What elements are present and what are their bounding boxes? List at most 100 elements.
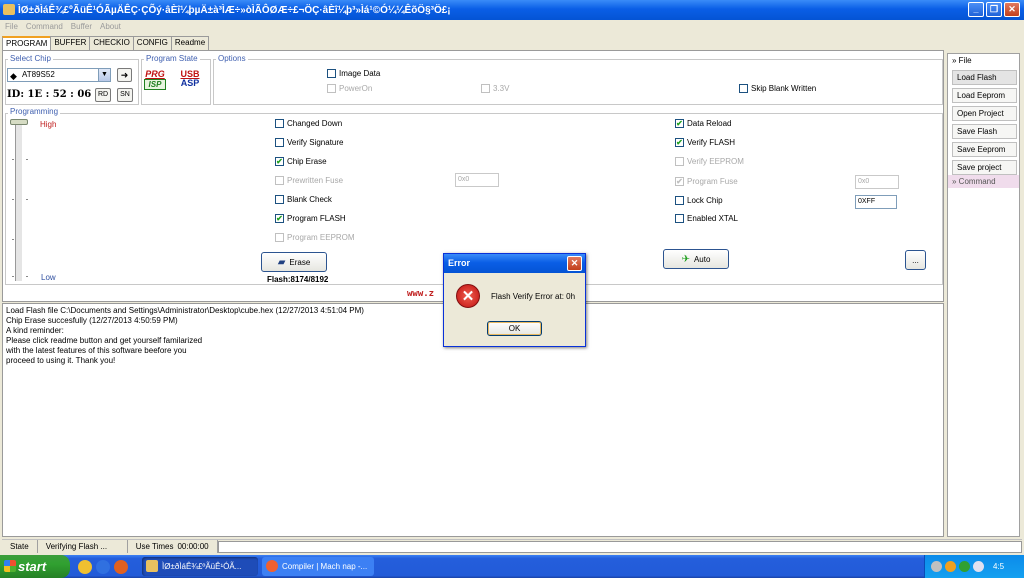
task-compiler[interactable]: Compiler | Mach nap -...	[262, 557, 374, 576]
speed-slider[interactable]	[10, 119, 28, 281]
option-checkbox[interactable]: ✔ Program Fuse	[675, 177, 738, 186]
erase-button[interactable]: ▰ Erase	[261, 252, 327, 272]
chip-id-value: 1E : 52 : 06	[27, 89, 92, 100]
save-project-button[interactable]: Save project	[952, 160, 1017, 175]
option-checkbox[interactable]: Lock Chip	[675, 196, 723, 205]
windows-logo-icon	[4, 560, 16, 572]
ie-icon[interactable]	[96, 559, 110, 574]
start-button[interactable]: start	[0, 555, 70, 578]
slider-tick	[12, 199, 14, 200]
tray-icon[interactable]	[959, 561, 970, 572]
checkbox-box	[275, 138, 284, 147]
option-checkbox[interactable]: ✔ Verify FLASH	[675, 138, 735, 147]
option-checkbox[interactable]: Program EEPROM	[275, 233, 355, 242]
sn-button[interactable]: SN	[117, 88, 133, 102]
app-icon	[3, 4, 15, 15]
lock-chip-field[interactable]: 0XFF	[855, 195, 897, 209]
options-label: Options	[216, 54, 248, 63]
close-window-button[interactable]: ✕	[1004, 2, 1020, 17]
option-label: Blank Check	[287, 195, 332, 204]
save-flash-button[interactable]: Save Flash	[952, 124, 1017, 139]
checkmark-icon: ✔	[275, 157, 284, 166]
chip-select[interactable]: ◆ AT89S52 ▼	[7, 68, 111, 82]
option-checkbox[interactable]: ✔ Chip Erase	[275, 157, 327, 166]
option-checkbox[interactable]: Changed Down	[275, 119, 342, 128]
poweron-checkbox[interactable]: PowerOn	[327, 84, 372, 93]
checkbox-box	[327, 69, 336, 78]
slider-tick	[26, 159, 28, 160]
program-fuse-field[interactable]: 0x0	[855, 175, 899, 189]
sidebar-command-header[interactable]: » Command	[948, 175, 1019, 188]
error-message: Flash Verify Error at: 0h	[491, 292, 576, 301]
load-eeprom-button[interactable]: Load Eeprom	[952, 88, 1017, 103]
more-label: ...	[912, 255, 919, 265]
speed-high-label: High	[40, 120, 57, 129]
option-checkbox[interactable]: Blank Check	[275, 195, 332, 204]
menu-buffer[interactable]: Buffer	[71, 20, 92, 33]
start-label: start	[18, 559, 47, 574]
menu-command[interactable]: Command	[26, 20, 63, 33]
slider-thumb[interactable]	[10, 119, 28, 125]
tray-icon[interactable]	[945, 561, 956, 572]
prg-text: PRG	[145, 69, 165, 79]
option-checkbox[interactable]: Verify EEPROM	[675, 157, 744, 166]
save-eeprom-button[interactable]: Save Eeprom	[952, 142, 1017, 157]
task-compiler-label: Compiler | Mach nap -...	[282, 562, 368, 571]
option-checkbox[interactable]: ✔ Program FLASH	[275, 214, 346, 223]
eraser-icon: ▰	[277, 256, 286, 268]
open-project-button[interactable]: Open Project	[952, 106, 1017, 121]
tray-icon[interactable]	[973, 561, 984, 572]
tab-program[interactable]: PROGRAM	[2, 36, 52, 50]
chip-id: ID: 1E : 52 : 06	[7, 89, 91, 100]
tab-config[interactable]: CONFIG	[132, 36, 172, 50]
system-tray: 4:5	[924, 555, 1024, 578]
option-checkbox[interactable]: Prewritten Fuse	[275, 176, 343, 185]
usb-asp-logo: USB ASP	[178, 70, 202, 88]
skip-blank-checkbox[interactable]: Skip Blank Written	[739, 84, 816, 93]
chevron-down-icon[interactable]: ▼	[98, 69, 110, 81]
option-checkbox[interactable]: ✔ Data Reload	[675, 119, 731, 128]
option-checkbox[interactable]: Enabled XTAL	[675, 214, 738, 223]
window-titlebar[interactable]: ÌØ±ðÌáÊ¾£ºÃüÊ¹ÓÃµÄÊÇ·ÇÕý·âÈî¼þµÄ±à³ÌÆ÷»ò…	[0, 0, 1024, 20]
minimize-button[interactable]: _	[968, 2, 984, 17]
slider-tick	[12, 239, 14, 240]
option-label: Program Fuse	[687, 177, 738, 186]
rd-button[interactable]: RD	[95, 88, 111, 102]
checkbox-box	[275, 176, 284, 185]
poweron-label: PowerOn	[339, 84, 373, 93]
erase-label: Erase	[289, 257, 311, 267]
ok-button[interactable]: OK	[487, 321, 542, 336]
restore-button[interactable]: ❐	[986, 2, 1002, 17]
menu-about[interactable]: About	[100, 20, 121, 33]
chrome-icon[interactable]	[78, 559, 92, 574]
more-options-button[interactable]: ...	[905, 250, 926, 270]
sidebar-file-header[interactable]: » File	[948, 54, 1019, 67]
option-label: Program FLASH	[287, 214, 346, 223]
arrow-right-button[interactable]: ➜	[117, 68, 132, 82]
dialog-titlebar[interactable]: Error ✕	[444, 254, 585, 273]
programmer-app-icon	[146, 560, 158, 572]
auto-button[interactable]: ✈ Auto	[663, 249, 729, 269]
menu-file[interactable]: File	[5, 20, 18, 33]
tab-buffer[interactable]: BUFFER	[50, 36, 91, 50]
prewritten-fuse-field[interactable]: 0x0	[455, 173, 499, 187]
slider-tick	[26, 199, 28, 200]
isp-text: ISP	[144, 79, 166, 90]
v33-checkbox[interactable]: 3.3V	[481, 84, 509, 93]
task-programmer[interactable]: ÌØ±ðÌáÊ¾£ºÃüÊ¹ÓÃ...	[142, 557, 258, 576]
checkbox-box	[675, 196, 684, 205]
tray-icon[interactable]	[931, 561, 942, 572]
asp-text: ASP	[180, 78, 200, 88]
firefox-icon[interactable]	[114, 559, 128, 574]
state-label: State	[2, 540, 38, 553]
auto-label: Auto	[693, 254, 711, 264]
option-label: Lock Chip	[687, 196, 723, 205]
dialog-close-button[interactable]: ✕	[567, 256, 582, 271]
option-checkbox[interactable]: Verify Signature	[275, 138, 343, 147]
load-flash-button[interactable]: Load Flash	[952, 70, 1017, 85]
image-data-checkbox[interactable]: Image Data	[327, 69, 380, 78]
tab-checkio[interactable]: CHECKIO	[89, 36, 134, 50]
chip-id-label: ID:	[7, 89, 25, 100]
checkmark-icon: ✔	[675, 119, 684, 128]
tab-readme[interactable]: Readme	[170, 36, 210, 50]
